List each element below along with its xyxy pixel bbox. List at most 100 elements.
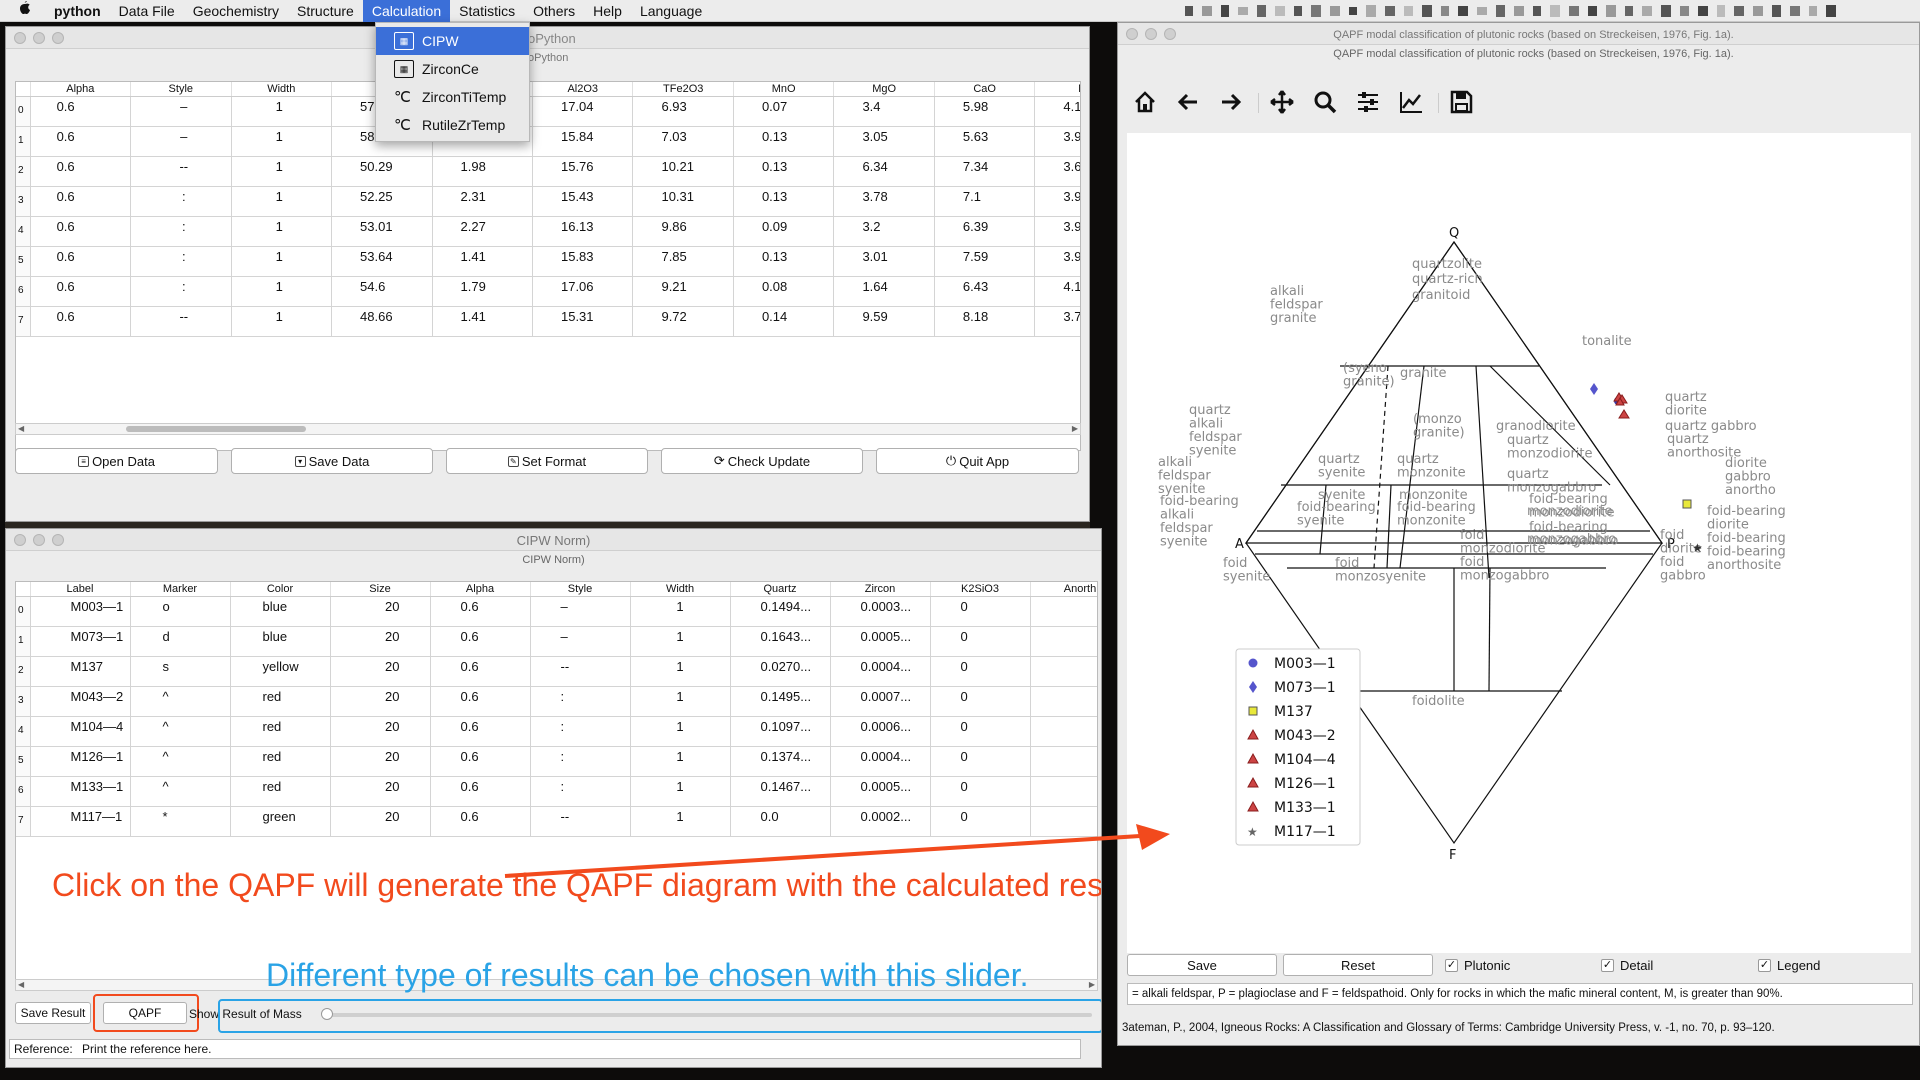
- reference-field[interactable]: Reference: Print the reference here.: [9, 1039, 1081, 1059]
- table-cell[interactable]: 0.0005...: [830, 626, 931, 657]
- menu-language[interactable]: Language: [631, 0, 711, 22]
- column-header[interactable]: Color: [230, 582, 331, 597]
- status-item-icon[interactable]: [1385, 6, 1395, 16]
- status-item-icon[interactable]: [1366, 5, 1376, 17]
- table-cell[interactable]: 0.6: [30, 156, 132, 187]
- table-cell[interactable]: M117—1: [30, 806, 131, 837]
- checkbox-box[interactable]: ✓: [1758, 959, 1771, 972]
- table-cell[interactable]: 0.1374...: [730, 746, 831, 777]
- table-cell[interactable]: 6.34: [833, 156, 935, 187]
- table-cell[interactable]: M126—1: [30, 746, 131, 777]
- table-cell[interactable]: :: [530, 686, 631, 717]
- table-cell[interactable]: 0.6: [30, 186, 132, 217]
- table-cell[interactable]: 20: [330, 656, 431, 687]
- table-row[interactable]: 0M003—1oblue200.6–10.1494...0.0003...00.…: [16, 596, 1097, 627]
- table-cell[interactable]: 0.6: [430, 656, 531, 687]
- status-item-icon[interactable]: [1458, 6, 1468, 16]
- table-cell[interactable]: 5.63: [934, 126, 1036, 157]
- table-cell[interactable]: :: [130, 276, 232, 307]
- column-header[interactable]: Na: [1034, 82, 1080, 97]
- status-item-icon[interactable]: [1477, 7, 1487, 15]
- table-cell[interactable]: 0.1643...: [730, 626, 831, 657]
- status-item-icon[interactable]: [1625, 6, 1633, 16]
- table-cell[interactable]: 2.27: [432, 216, 533, 247]
- point-m137[interactable]: [1682, 499, 1692, 509]
- table-cell[interactable]: –: [130, 126, 232, 157]
- table-cell[interactable]: 0.13: [733, 126, 835, 157]
- set-format-button[interactable]: ✎ Set Format: [446, 448, 648, 474]
- column-header[interactable]: Zircon: [830, 582, 931, 597]
- column-header[interactable]: K2SiO3: [930, 582, 1031, 597]
- status-item-icon[interactable]: [1790, 6, 1800, 16]
- table-cell[interactable]: 1: [231, 306, 333, 337]
- column-header[interactable]: Style: [530, 582, 631, 597]
- table-cell[interactable]: 3.05: [833, 126, 935, 157]
- table-cell[interactable]: 1.64: [833, 276, 935, 307]
- table-cell[interactable]: 54.6: [331, 276, 433, 307]
- table-row[interactable]: 4 0.6:1 53.01 2.27 16.13 9.86 0.09 3.2 6.39 3.9: [16, 216, 1080, 247]
- table-cell[interactable]: d: [130, 626, 231, 657]
- row-index[interactable]: 3: [16, 186, 31, 217]
- row-index[interactable]: 0: [16, 596, 31, 627]
- row-index[interactable]: 5: [16, 746, 31, 777]
- table-cell[interactable]: 1: [231, 186, 333, 217]
- table-cell[interactable]: 17.04: [532, 96, 634, 127]
- column-header[interactable]: TFe2O3: [632, 82, 734, 97]
- zoom-window-button[interactable]: [52, 32, 64, 44]
- status-item-icon[interactable]: [1257, 5, 1266, 17]
- zoom-icon[interactable]: [1312, 89, 1338, 115]
- menu-others[interactable]: Others: [524, 0, 584, 22]
- table-cell[interactable]: 1.41: [432, 306, 533, 337]
- table-cell[interactable]: *: [130, 806, 231, 837]
- menu-data-file[interactable]: Data File: [110, 0, 184, 22]
- table-cell[interactable]: 0.08: [1030, 686, 1097, 717]
- table-cell[interactable]: --: [130, 156, 232, 187]
- table-cell[interactable]: 48.66: [331, 306, 433, 337]
- table-cell[interactable]: ^: [130, 776, 231, 807]
- table-cell[interactable]: 0.6: [30, 216, 132, 247]
- point-m133-1[interactable]: [1618, 409, 1630, 419]
- row-index[interactable]: 4: [16, 716, 31, 747]
- table-cell[interactable]: 1.79: [432, 276, 533, 307]
- status-item-icon[interactable]: [1349, 7, 1357, 15]
- table-cell[interactable]: :: [130, 186, 232, 217]
- row-index[interactable]: 1: [16, 126, 31, 157]
- table-cell[interactable]: 1: [630, 596, 731, 627]
- table-cell[interactable]: 20: [330, 716, 431, 747]
- status-item-icon[interactable]: [1569, 6, 1579, 16]
- table-cell[interactable]: 15.76: [532, 156, 634, 187]
- row-index[interactable]: 3: [16, 686, 31, 717]
- row-index[interactable]: 6: [16, 776, 31, 807]
- table-cell[interactable]: 9.21: [632, 276, 734, 307]
- data-table[interactable]: AlphaStyleWidthSiAl2O3TFe2O3MnOMgOCaONa …: [15, 81, 1081, 451]
- table-cell[interactable]: 6.39: [934, 216, 1036, 247]
- table-cell[interactable]: 0.6: [30, 306, 132, 337]
- scroll-left-icon[interactable]: ◀: [18, 424, 24, 433]
- table-cell[interactable]: o: [130, 596, 231, 627]
- table-cell[interactable]: 52.25: [331, 186, 433, 217]
- table-cell[interactable]: 0.6: [30, 126, 132, 157]
- table-row[interactable]: 6M133—1^red200.6:10.1467...0.0005...00.0…: [16, 776, 1097, 807]
- menu-item-zirconce[interactable]: ▦ ZirconCe: [376, 55, 529, 83]
- menu-item-rutilezrtemp[interactable]: ℃ RutileZrTemp: [376, 111, 529, 139]
- table-cell[interactable]: 4.1: [1034, 96, 1080, 127]
- table-cell[interactable]: 0.1097...: [730, 716, 831, 747]
- status-item-icon[interactable]: [1809, 6, 1817, 16]
- table-cell[interactable]: 7.59: [934, 246, 1036, 277]
- status-item-icon[interactable]: [1550, 5, 1560, 17]
- menu-geochemistry[interactable]: Geochemistry: [184, 0, 288, 22]
- table-cell[interactable]: 3.01: [833, 246, 935, 277]
- table-cell[interactable]: 53.01: [331, 216, 433, 247]
- table-cell[interactable]: 3.9: [1034, 216, 1080, 247]
- status-item-icon[interactable]: [1202, 6, 1212, 16]
- status-item-icon[interactable]: [1606, 5, 1616, 17]
- reference-text-field[interactable]: 3ateman, P., 2004, Igneous Rocks: A Clas…: [1118, 1018, 1898, 1040]
- status-item-icon[interactable]: [1496, 5, 1505, 17]
- table-cell[interactable]: M137: [30, 656, 131, 687]
- table-cell[interactable]: 0.0004...: [830, 656, 931, 687]
- table-cell[interactable]: M043—2: [30, 686, 131, 717]
- table-cell[interactable]: ^: [130, 746, 231, 777]
- table-cell[interactable]: 0: [930, 596, 1031, 627]
- table-cell[interactable]: :: [530, 776, 631, 807]
- table-cell[interactable]: 7.03: [632, 126, 734, 157]
